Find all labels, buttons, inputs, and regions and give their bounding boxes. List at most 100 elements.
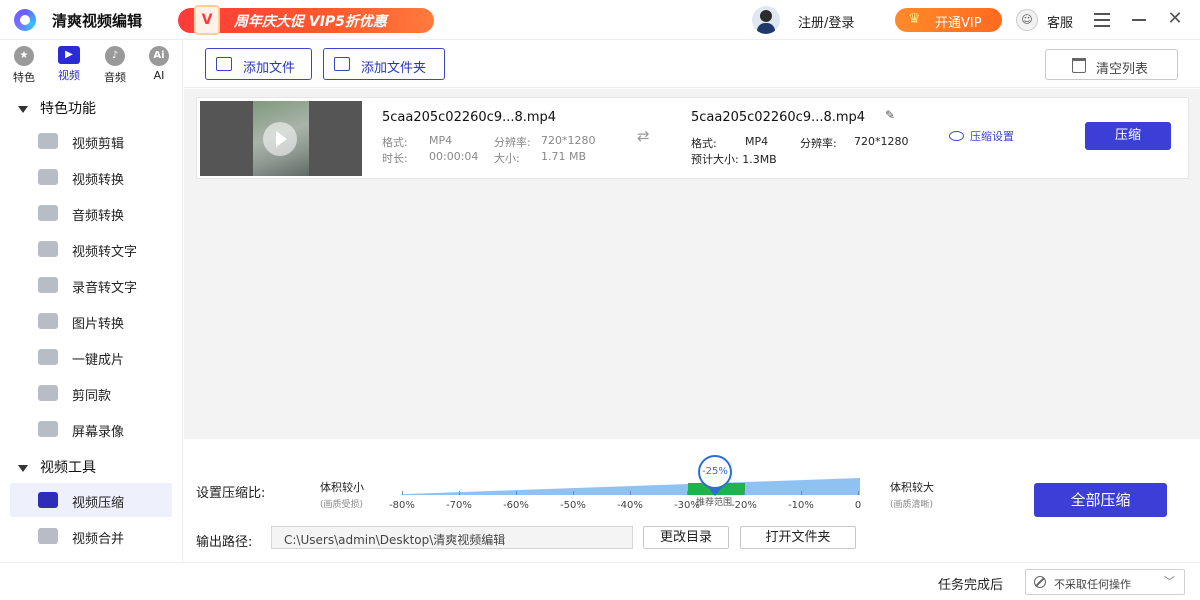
chevron-down-icon: ﹀	[1164, 575, 1175, 588]
eye-settings-icon	[949, 131, 964, 141]
app-title: 清爽视频编辑	[52, 12, 143, 30]
toolbar: 添加文件 添加文件夹 清空列表	[184, 40, 1200, 88]
section-featured[interactable]: 特色功能	[18, 98, 96, 118]
slider-handle[interactable]: -25%	[698, 455, 732, 489]
add-file-label: 添加文件	[243, 61, 296, 76]
list-item[interactable]: 5caa205c02260c9...8.mp4 格式: MP4 分辨率: 720…	[196, 97, 1189, 179]
sidebar-item-label: 图片转换	[72, 317, 125, 332]
slider-tick	[687, 491, 688, 495]
tab-ai-label: AI	[153, 69, 165, 82]
open-folder-button[interactable]: 打开文件夹	[740, 526, 856, 549]
slider-tick	[573, 491, 574, 495]
sidebar-item-video-merge[interactable]: 视频合并	[10, 519, 172, 553]
sidebar-item-one-click[interactable]: 一键成片	[10, 340, 172, 374]
open-vip-button[interactable]: ♛ 开通VIP	[895, 8, 1002, 32]
add-folder-label: 添加文件夹	[361, 61, 427, 76]
customer-service-label[interactable]: 客服	[1047, 12, 1073, 31]
compression-panel: 设置压缩比: 体积较小 (画质受损) -25% 推荐范围 -80% -70% -60…	[184, 440, 1200, 562]
slider-tick	[516, 491, 517, 495]
source-size: 1.71 MB	[541, 150, 587, 163]
sidebar-item-label: 视频剪辑	[72, 137, 125, 152]
after-task-select[interactable]: 不采取任何操作 ﹀	[1025, 569, 1185, 595]
add-file-icon	[216, 57, 232, 71]
tab-ai[interactable]: Ai AI	[139, 46, 179, 82]
video-thumbnail[interactable]	[200, 101, 362, 176]
slider-tick-label: -20%	[731, 500, 757, 511]
source-duration-label: 时长:	[382, 152, 408, 165]
sidebar-item-video-to-text[interactable]: 视频转文字	[10, 232, 172, 266]
video-merge-icon	[38, 528, 58, 544]
sidebar-item-audio-convert[interactable]: 音频转换	[10, 196, 172, 230]
sidebar-item-video-convert[interactable]: 视频转换	[10, 160, 172, 194]
compress-all-button[interactable]: 全部压缩	[1034, 483, 1167, 517]
estimated-size: 预计大小: 1.3MB	[691, 153, 777, 166]
category-tabs: ★ 特色 ▶ 视频 ♪ 音频 Ai AI	[0, 40, 183, 88]
audio-to-text-icon	[38, 277, 58, 293]
compress-settings-label: 压缩设置	[970, 130, 1014, 143]
output-format: MP4	[745, 135, 769, 148]
slider-tick-label: -50%	[560, 500, 586, 511]
add-folder-button[interactable]: 添加文件夹	[323, 48, 445, 80]
no-action-icon	[1034, 576, 1046, 588]
sidebar-item-audio-to-text[interactable]: 录音转文字	[10, 268, 172, 302]
compress-button[interactable]: 压缩	[1085, 122, 1171, 150]
vip-badge-icon: V	[194, 5, 220, 35]
section-video-tools-label: 视频工具	[40, 460, 96, 476]
tab-video-label: 视频	[58, 69, 80, 82]
compression-slider[interactable]: -25% 推荐范围 -80% -70% -60% -50% -40% -30% -20% -1…	[389, 455, 861, 511]
menu-icon[interactable]	[1094, 13, 1110, 27]
sidebar-item-template[interactable]: 剪同款	[10, 376, 172, 410]
small-size-note: (画质受损)	[320, 500, 364, 510]
sidebar-item-label: 视频转换	[72, 173, 125, 188]
output-resolution: 720*1280	[854, 135, 909, 148]
slider-tick-label: -40%	[617, 500, 643, 511]
open-vip-label: 开通VIP	[935, 16, 982, 31]
output-path-field[interactable]: C:\Users\admin\Desktop\清爽视频编辑	[271, 526, 633, 549]
promo-text: 周年庆大促 VIP5折优惠	[234, 14, 387, 30]
tab-audio[interactable]: ♪ 音频	[95, 46, 135, 85]
sidebar-item-image-convert[interactable]: 图片转换	[10, 304, 172, 338]
slider-tick	[744, 491, 745, 495]
tab-video[interactable]: ▶ 视频	[49, 46, 89, 83]
clear-list-button[interactable]: 清空列表	[1045, 49, 1178, 80]
file-list: 5caa205c02260c9...8.mp4 格式: MP4 分辨率: 720…	[184, 89, 1200, 439]
trash-icon	[1072, 58, 1086, 73]
source-format-label: 格式:	[382, 136, 408, 149]
tab-audio-label: 音频	[104, 71, 126, 84]
source-duration: 00:00:04	[429, 150, 479, 163]
image-icon	[38, 313, 58, 329]
sidebar-item-screen-record[interactable]: 屏幕录像	[10, 412, 172, 446]
small-size-label: 体积较小	[320, 481, 364, 494]
source-size-label: 大小:	[494, 152, 520, 165]
minimize-icon[interactable]	[1132, 19, 1146, 21]
slider-tick	[459, 491, 460, 495]
tab-featured[interactable]: ★ 特色	[4, 46, 44, 85]
video-icon: ▶	[58, 46, 80, 64]
source-format: MP4	[429, 134, 453, 147]
output-format-label: 格式:	[691, 137, 717, 150]
edit-name-icon[interactable]: ✎	[885, 108, 895, 122]
ratio-label: 设置压缩比:	[196, 486, 266, 501]
ai-icon: Ai	[149, 46, 169, 66]
crown-icon: ♛	[908, 11, 921, 27]
close-icon[interactable]: ✕	[1166, 10, 1184, 28]
output-path-label: 输出路径:	[196, 535, 253, 550]
sidebar-item-label: 录音转文字	[72, 281, 138, 296]
sidebar-item-video-edit[interactable]: 视频剪辑	[10, 124, 172, 158]
sidebar-item-label: 剪同款	[72, 389, 112, 404]
sidebar-item-video-compress[interactable]: 视频压缩	[10, 483, 172, 517]
avatar[interactable]	[752, 6, 780, 34]
video-edit-icon	[38, 133, 58, 149]
slider-track[interactable]	[402, 478, 860, 495]
section-video-tools[interactable]: 视频工具	[18, 457, 96, 477]
compress-settings-link[interactable]: 压缩设置	[949, 128, 1014, 144]
slider-tick-label: -10%	[788, 500, 814, 511]
title-bar: 清爽视频编辑 V 周年庆大促 VIP5折优惠 注册/登录 ♛ 开通VIP ☺ 客…	[0, 0, 1200, 40]
add-file-button[interactable]: 添加文件	[205, 48, 312, 80]
change-directory-button[interactable]: 更改目录	[643, 526, 729, 549]
login-link[interactable]: 注册/登录	[798, 12, 854, 31]
promo-banner[interactable]: V 周年庆大促 VIP5折优惠	[178, 5, 434, 35]
play-icon[interactable]	[263, 122, 297, 156]
source-resolution-label: 分辨率:	[494, 136, 531, 149]
customer-service-icon[interactable]: ☺	[1016, 9, 1038, 31]
